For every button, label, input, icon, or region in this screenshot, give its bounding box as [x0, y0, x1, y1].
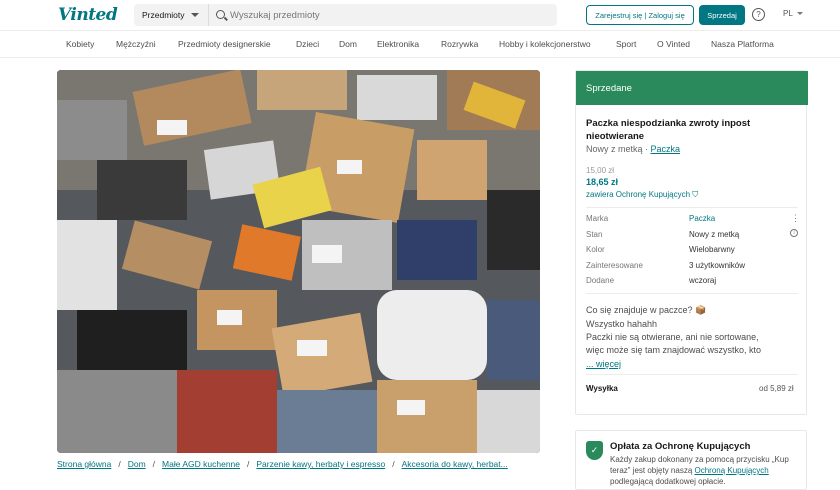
breadcrumb-separator: /	[118, 459, 121, 469]
language-selector[interactable]: PL	[783, 9, 803, 18]
item-brand-link[interactable]: Paczka	[651, 144, 681, 154]
nav-item-nasza-platforma[interactable]: Nasza Platforma	[711, 39, 774, 49]
detail-value-added: wczoraj	[689, 276, 717, 285]
shipping-label: Wysyłka	[586, 384, 618, 393]
item-condition-line: Nowy z metką · Paczka	[586, 144, 680, 154]
nav-item-sport[interactable]: Sport	[616, 39, 636, 49]
divider	[586, 207, 798, 208]
buyer-protection-note[interactable]: zawiera Ochronę Kupujących ⛉	[586, 190, 698, 200]
search-input[interactable]	[230, 4, 550, 26]
buyer-protection-text: Każdy zakup dokonany za pomocą przycisku…	[610, 454, 800, 487]
item-price-with-protection[interactable]: 18,65 zł	[586, 177, 618, 187]
detail-label: Kolor	[586, 245, 605, 254]
breadcrumb-separator: /	[247, 459, 250, 469]
parcels-pile-image	[57, 70, 540, 453]
nav-item-designer[interactable]: Przedmioty designerskie	[178, 39, 271, 49]
item-price: 15,00 zł	[586, 166, 615, 175]
vinted-logo[interactable]: Vinted	[58, 5, 118, 25]
detail-label: Dodane	[586, 276, 615, 285]
detail-value-condition: Nowy z metką	[689, 230, 740, 239]
nav-item-dzieci[interactable]: Dzieci	[296, 39, 319, 49]
breadcrumb-separator: /	[152, 459, 156, 469]
search-bar: Przedmioty	[134, 4, 557, 26]
chevron-down-icon	[190, 13, 199, 17]
description-line: Paczki nie są otwierane, ani nie sortowa…	[586, 332, 759, 342]
nav-item-mezczyzni[interactable]: Mężczyźni	[116, 39, 156, 49]
top-bar: Vinted Przedmioty Zarejestruj się | Zalo…	[0, 0, 840, 31]
breadcrumb-item[interactable]: Małe AGD kuchenne	[162, 459, 240, 469]
breadcrumb-item[interactable]: Akcesoria do kawy, herbat...	[402, 459, 508, 469]
divider	[586, 374, 798, 375]
description-line: Co się znajduje w paczce? 📦	[586, 305, 707, 315]
more-options-icon[interactable]: ⋮	[791, 213, 800, 224]
buyer-protection-box: ✓ Opłata za Ochronę Kupujących Każdy zak…	[575, 430, 807, 490]
detail-value-brand[interactable]: Paczka	[689, 214, 715, 223]
breadcrumb-item[interactable]: Parzenie kawy, herbaty i espresso	[256, 459, 385, 469]
shipping-price: od 5,89 zł	[759, 384, 794, 393]
description-line: więc może się tam znajdować wszystko, kt…	[586, 345, 762, 355]
buyer-protection-text-end: podlegającą dodatkowej opłacie.	[610, 477, 726, 486]
search-category-label: Przedmioty	[142, 10, 185, 20]
info-icon[interactable]: i	[790, 229, 798, 237]
buyer-protection-link[interactable]: Ochroną Kupujących	[694, 466, 768, 475]
shield-check-icon: ✓	[586, 441, 603, 460]
shield-small-icon: ⛉	[692, 190, 699, 199]
breadcrumb-item[interactable]: Strona główna	[57, 459, 111, 469]
description-line: Wszystko hahahh	[586, 319, 658, 329]
search-icon	[216, 10, 225, 19]
nav-item-elektronika[interactable]: Elektronika	[377, 39, 419, 49]
show-more-link[interactable]: ... więcej	[586, 359, 621, 369]
detail-label: Stan	[586, 230, 603, 239]
category-nav: Kobiety Mężczyźni Przedmioty designerski…	[0, 31, 840, 58]
detail-value-color: Wielobarwny	[689, 245, 735, 254]
detail-label: Zainteresowane	[586, 261, 643, 270]
detail-value-interested: 3 użytkowników	[689, 261, 746, 270]
item-title: Paczka niespodzianka zwroty inpost nieot…	[586, 118, 751, 142]
sell-button[interactable]: Sprzedaj	[699, 5, 745, 25]
search-category-select[interactable]: Przedmioty	[134, 4, 209, 26]
register-login-button[interactable]: Zarejestruj się | Zaloguj się	[586, 5, 694, 25]
buyer-protection-label: zawiera Ochronę Kupujących	[586, 190, 691, 199]
buyer-protection-title: Opłata za Ochronę Kupujących	[610, 441, 751, 452]
breadcrumb: Strona główna / Dom / Małe AGD kuchenne / Parz…	[57, 459, 508, 469]
help-icon[interactable]: ?	[752, 8, 765, 21]
breadcrumb-separator: /	[392, 459, 395, 469]
language-label: PL	[783, 9, 793, 18]
nav-item-o-vinted[interactable]: O Vinted	[657, 39, 690, 49]
divider	[586, 293, 798, 294]
breadcrumb-item[interactable]: Dom	[128, 459, 146, 469]
nav-item-dom[interactable]: Dom	[339, 39, 357, 49]
detail-label: Marka	[586, 214, 609, 223]
chevron-down-icon	[796, 12, 803, 15]
nav-item-kobiety[interactable]: Kobiety	[66, 39, 94, 49]
condition-separator: ·	[642, 144, 651, 154]
nav-item-rozrywka[interactable]: Rozrywka	[441, 39, 478, 49]
item-details-panel: Sprzedane Paczka niespodzianka zwroty in…	[575, 70, 808, 415]
product-photo[interactable]: ♡ 6	[57, 70, 540, 453]
nav-item-hobby[interactable]: Hobby i kolekcjonerstwo	[499, 39, 591, 49]
sold-status-banner: Sprzedane	[576, 71, 808, 105]
item-condition: Nowy z metką	[586, 144, 643, 154]
